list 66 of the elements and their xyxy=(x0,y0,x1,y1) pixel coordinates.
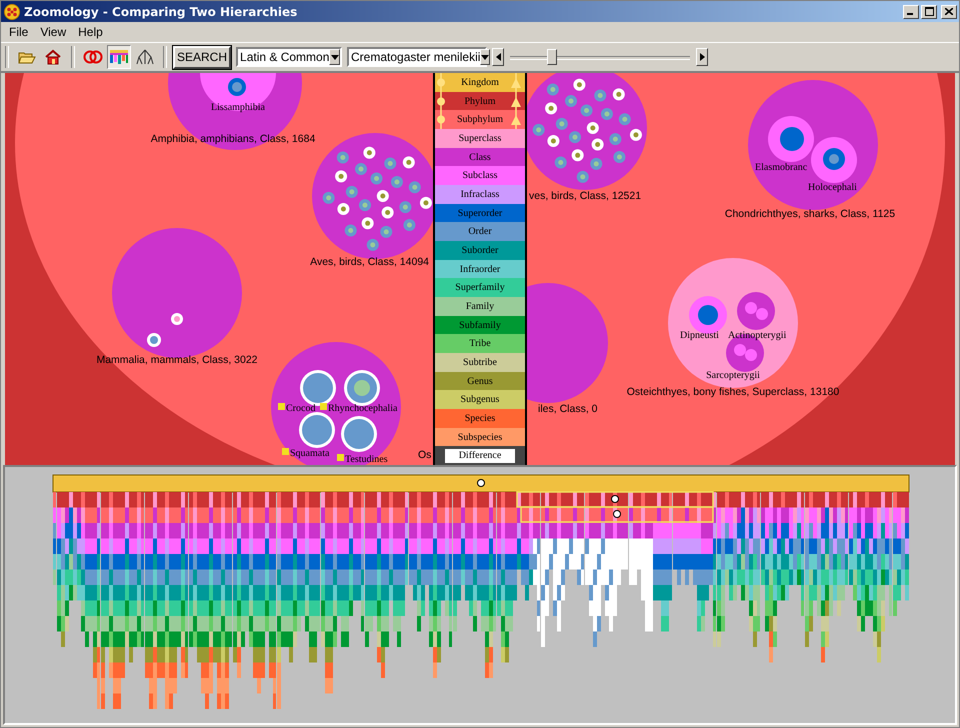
taxon-label: Holocephali xyxy=(808,182,857,193)
rank-legend-item[interactable]: Subphylum xyxy=(435,110,525,130)
circle-label: ves, birds, Class, 12521 xyxy=(529,190,642,202)
close-icon xyxy=(945,8,953,15)
slider-left-button[interactable] xyxy=(492,48,504,66)
maximize-icon xyxy=(924,7,934,16)
taxon-label: Elasmobranc xyxy=(755,162,808,173)
taxon-label: Crocod xyxy=(286,403,316,414)
rank-legend-item[interactable]: Kingdom xyxy=(435,73,525,92)
app-logo-icon xyxy=(4,4,20,20)
close-button[interactable] xyxy=(941,4,957,18)
up-arrow-icon xyxy=(511,92,521,111)
up-arrow-icon xyxy=(511,73,521,92)
rank-legend-item[interactable]: Infraclass xyxy=(435,185,525,204)
right-arrow-icon xyxy=(700,53,705,61)
rank-legend-item[interactable]: Order xyxy=(435,222,525,242)
circle-label: Aves, birds, Class, 14094 xyxy=(310,256,429,268)
circle-label: iles, Class, 0 xyxy=(538,403,598,415)
bars-view-button[interactable] xyxy=(107,45,131,69)
rank-legend-item[interactable]: Subfamily xyxy=(435,316,525,334)
taxon-label: Rhynchocephalia xyxy=(328,403,398,414)
rank-legend-item[interactable]: Species xyxy=(435,409,525,428)
taxon-label: Testudines xyxy=(345,454,388,465)
house-icon xyxy=(44,49,62,65)
rank-legend-item[interactable]: Superfamily xyxy=(435,278,525,298)
circle-label: Mammalia, mammals, Class, 3022 xyxy=(96,354,258,366)
taxon-dropdown[interactable]: Crematogaster menilekii xyxy=(347,47,488,67)
window-title: Zoomology - Comparing Two Hierarchies xyxy=(24,4,298,18)
rank-legend-item[interactable]: Genus xyxy=(435,372,525,390)
menu-item[interactable]: Help xyxy=(74,25,107,39)
dropdown-arrow-icon xyxy=(481,54,490,60)
rank-legend-item[interactable]: Superorder xyxy=(435,204,525,222)
search-button[interactable]: SEARCH xyxy=(173,46,232,68)
zoom-slider[interactable] xyxy=(510,47,690,67)
taxon-label: Lissamphibia xyxy=(211,102,265,113)
minimize-button[interactable] xyxy=(903,4,919,18)
rank-legend-item[interactable]: Family xyxy=(435,297,525,316)
taxon-label: Squamata xyxy=(290,448,330,459)
rank-legend-item[interactable]: Superclass xyxy=(435,129,525,148)
circle-label: Os xyxy=(418,449,432,461)
rank-legend-item[interactable]: Suborder xyxy=(435,241,525,260)
rank-legend-item[interactable]: Subgenus xyxy=(435,390,525,410)
slider-right-button[interactable] xyxy=(696,48,708,66)
rank-legend-item[interactable]: Class xyxy=(435,148,525,166)
rank-legend-item[interactable]: Infraorder xyxy=(435,260,525,278)
rings-icon xyxy=(83,49,103,65)
rank-legend-item[interactable]: Subclass xyxy=(435,166,525,186)
menu-item[interactable]: File xyxy=(5,25,32,39)
menu-item[interactable]: View xyxy=(36,25,70,39)
rank-legend-item[interactable]: Subspecies xyxy=(435,428,525,446)
color-bars-icon xyxy=(109,49,129,65)
rank-legend-item[interactable]: Subtribe xyxy=(435,353,525,372)
circle-label: Amphibia, amphibians, Class, 1684 xyxy=(150,133,316,145)
circle-label: Chondrichthyes, sharks, Class, 1125 xyxy=(724,208,896,220)
rank-legend-item[interactable]: Tribe xyxy=(435,334,525,354)
dropdown-arrow-icon xyxy=(330,54,339,60)
taxon-label: Actinopterygii xyxy=(728,330,786,341)
up-arrow-icon xyxy=(511,110,521,130)
rank-legend-item[interactable]: Phylum xyxy=(435,92,525,110)
taxon-label: Sarcopterygii xyxy=(706,370,760,381)
name-mode-dropdown[interactable]: Latin & Common xyxy=(236,47,342,67)
left-arrow-icon xyxy=(496,53,501,61)
taxon-label: Dipneusti xyxy=(680,330,719,341)
maximize-button[interactable] xyxy=(921,4,937,18)
tree-icon xyxy=(135,49,155,65)
circle-label: Osteichthyes, bony fishes, Superclass, 13180 xyxy=(626,386,840,398)
